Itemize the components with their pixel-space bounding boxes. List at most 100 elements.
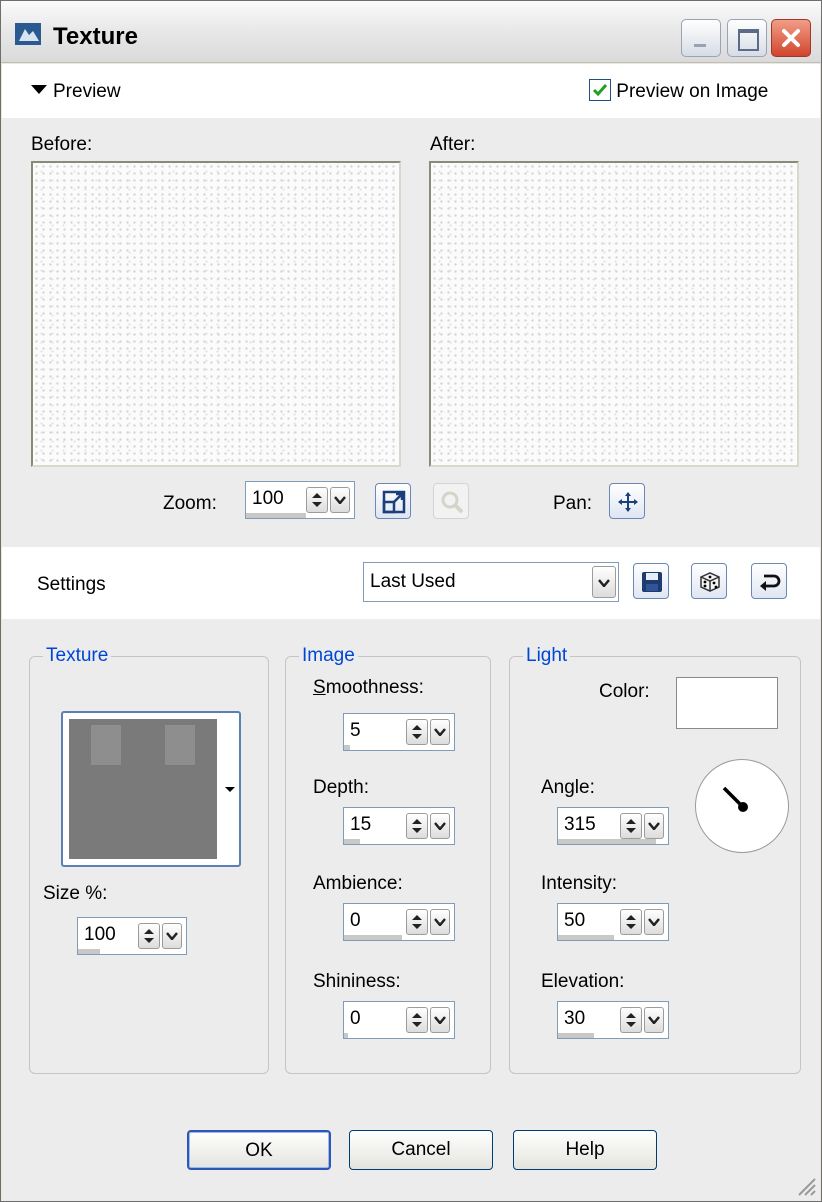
reset-arrow-icon — [760, 574, 781, 591]
size-slider-bar[interactable] — [78, 949, 100, 954]
dice-icon — [700, 572, 720, 592]
close-button[interactable] — [771, 19, 811, 57]
shininess-spin-icon[interactable] — [406, 1007, 428, 1033]
ambience-spinner[interactable]: 0 — [343, 903, 455, 941]
texture-thumbnail — [69, 719, 217, 859]
resize-grip-icon[interactable] — [795, 1175, 817, 1197]
angle-dropdown-icon[interactable] — [644, 813, 664, 839]
help-button[interactable]: Help — [513, 1130, 657, 1170]
shininess-slider-bar[interactable] — [344, 1033, 348, 1038]
checkbox-icon[interactable] — [589, 79, 611, 101]
texture-dialog: Texture Preview Preview on Image Before:… — [0, 0, 822, 1202]
zoom-slider-bar[interactable] — [246, 513, 306, 518]
smoothness-spin-icon[interactable] — [406, 719, 428, 745]
texture-group-title: Texture — [43, 645, 112, 667]
texture-picker[interactable] — [61, 711, 241, 867]
magnifier-icon — [441, 491, 464, 514]
checkmark-icon — [592, 84, 608, 97]
depth-spinner[interactable]: 15 — [343, 807, 455, 845]
zoom-spinner[interactable]: 100 — [245, 481, 355, 519]
ambience-label: Ambience: — [313, 873, 403, 894]
cancel-button[interactable]: Cancel — [349, 1130, 493, 1170]
window-title: Texture — [53, 23, 138, 50]
image-group-title: Image — [299, 645, 358, 667]
smoothness-slider-bar[interactable] — [344, 745, 350, 750]
save-preset-button[interactable] — [633, 563, 669, 599]
zoom-label: Zoom: — [163, 493, 217, 514]
shininess-value[interactable]: 0 — [350, 1008, 361, 1030]
before-label: Before: — [31, 134, 93, 155]
smoothness-spinner[interactable]: 5 — [343, 713, 455, 751]
reset-button[interactable] — [751, 563, 787, 599]
angle-dial-icon — [722, 786, 748, 812]
angle-spin-icon[interactable] — [620, 813, 642, 839]
app-icon — [15, 23, 41, 45]
smoothness-value[interactable]: 5 — [350, 720, 361, 742]
depth-dropdown-icon[interactable] — [430, 813, 450, 839]
angle-slider-bar[interactable] — [558, 839, 656, 844]
pan-button[interactable] — [609, 483, 645, 519]
zoom-fit-icon — [382, 490, 406, 514]
angle-spinner[interactable]: 315 — [557, 807, 669, 845]
after-label: After: — [430, 134, 476, 155]
elevation-value[interactable]: 30 — [564, 1008, 585, 1030]
zoom-dropdown-icon[interactable] — [330, 487, 350, 513]
ok-button[interactable]: OK — [187, 1130, 331, 1170]
settings-dropdown[interactable]: Last Used — [363, 562, 619, 602]
after-preview-pane[interactable] — [429, 161, 799, 467]
floppy-disk-icon — [642, 572, 662, 592]
triangle-down-icon[interactable] — [225, 787, 235, 792]
intensity-dropdown-icon[interactable] — [644, 909, 664, 935]
intensity-spinner[interactable]: 50 — [557, 903, 669, 941]
intensity-slider-bar[interactable] — [558, 935, 614, 940]
chevron-down-icon[interactable] — [592, 566, 616, 598]
texture-shape — [91, 725, 121, 765]
zoom-to-fit-button[interactable] — [375, 483, 411, 519]
smoothness-dropdown-icon[interactable] — [430, 719, 450, 745]
zoom-value[interactable]: 100 — [252, 488, 284, 510]
elevation-dropdown-icon[interactable] — [644, 1007, 664, 1033]
size-spinner[interactable]: 100 — [77, 917, 187, 955]
elevation-spinner[interactable]: 30 — [557, 1001, 669, 1039]
settings-label: Settings — [37, 574, 106, 595]
shininess-label: Shininess: — [313, 971, 401, 992]
settings-selected-value: Last Used — [370, 571, 456, 592]
ambience-dropdown-icon[interactable] — [430, 909, 450, 935]
angle-value[interactable]: 315 — [564, 814, 596, 836]
elevation-label: Elevation: — [541, 971, 625, 992]
zoom-magnifier-button[interactable] — [433, 483, 469, 519]
minimize-button[interactable] — [681, 19, 721, 57]
maximize-button[interactable] — [727, 19, 767, 57]
randomize-button[interactable] — [691, 563, 727, 599]
texture-shape — [165, 725, 195, 765]
move-cross-icon — [618, 492, 638, 512]
depth-value[interactable]: 15 — [350, 814, 371, 836]
size-dropdown-icon[interactable] — [162, 923, 182, 949]
size-label: Size %: — [43, 883, 108, 904]
zoom-spin-icon[interactable] — [306, 487, 328, 513]
preview-on-image-checkbox[interactable]: Preview on Image — [589, 79, 768, 103]
shininess-spinner[interactable]: 0 — [343, 1001, 455, 1039]
preview-toggle-label: Preview — [53, 81, 121, 102]
before-preview-pane[interactable] — [31, 161, 401, 467]
size-value[interactable]: 100 — [84, 924, 116, 946]
size-spin-icon[interactable] — [138, 923, 160, 949]
ambience-spin-icon[interactable] — [406, 909, 428, 935]
smoothness-label-text: moothness: — [325, 677, 424, 698]
intensity-value[interactable]: 50 — [564, 910, 585, 932]
light-color-swatch[interactable] — [676, 677, 778, 729]
ambience-value[interactable]: 0 — [350, 910, 361, 932]
shininess-dropdown-icon[interactable] — [430, 1007, 450, 1033]
elevation-spin-icon[interactable] — [620, 1007, 642, 1033]
title-bar[interactable]: Texture — [1, 1, 821, 63]
close-icon — [782, 29, 800, 47]
preview-toggle[interactable]: Preview — [31, 81, 121, 103]
ambience-slider-bar[interactable] — [344, 935, 402, 940]
intensity-spin-icon[interactable] — [620, 909, 642, 935]
intensity-label: Intensity: — [541, 873, 618, 894]
depth-spin-icon[interactable] — [406, 813, 428, 839]
angle-label: Angle: — [541, 777, 595, 798]
depth-slider-bar[interactable] — [344, 839, 360, 844]
elevation-slider-bar[interactable] — [558, 1033, 594, 1038]
light-angle-dial[interactable] — [695, 759, 789, 853]
